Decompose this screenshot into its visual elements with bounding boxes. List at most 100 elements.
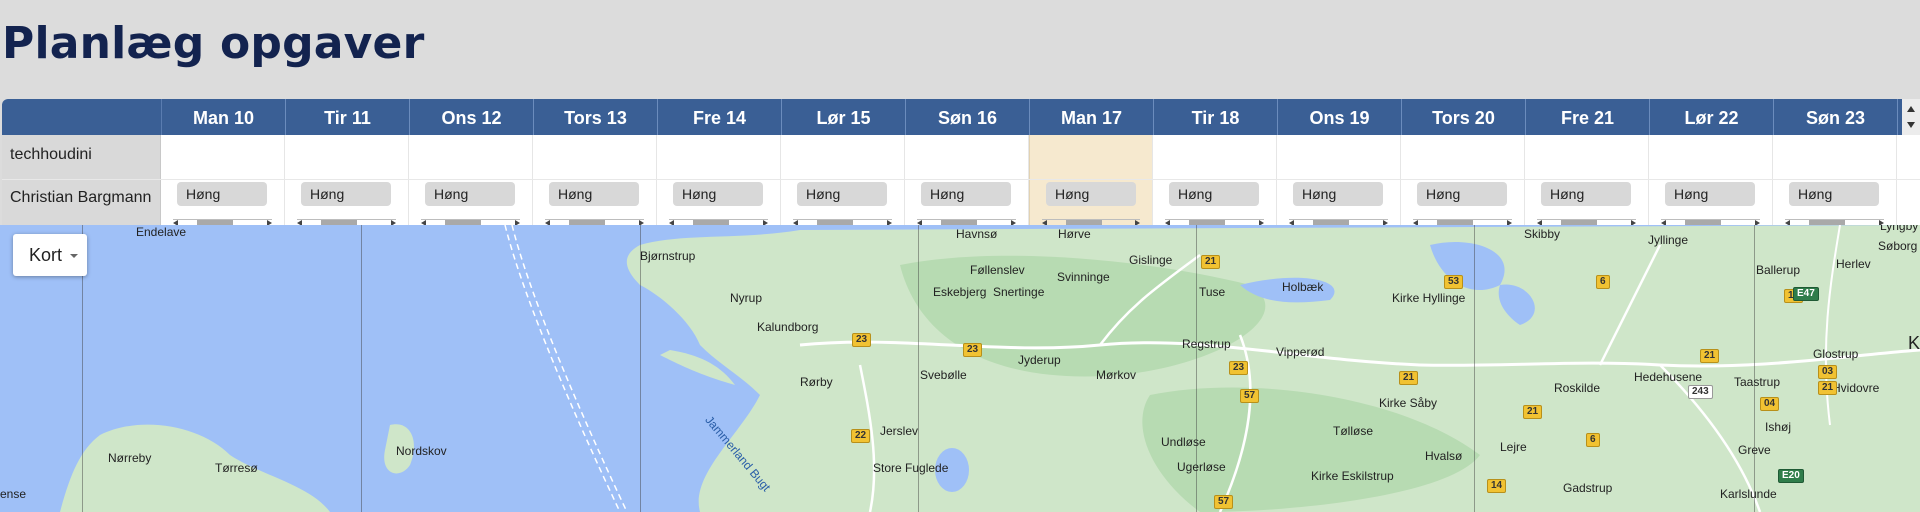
task-chip[interactable]: Høng <box>425 182 515 206</box>
map-label: Hvalsø <box>1425 449 1463 463</box>
day-cell[interactable]: Høng <box>905 180 1029 225</box>
day-header: Tir 18 <box>1154 99 1278 135</box>
map-view[interactable]: Kort Endelave Bjørnstrup Havnsø Hørve Sk… <box>0 225 1920 512</box>
road-shield: 22 <box>851 429 871 443</box>
road-shield: 21 <box>1700 349 1720 363</box>
map-label: Jyderup <box>1018 353 1061 367</box>
day-cell[interactable] <box>533 135 657 179</box>
map-label: Nordskov <box>396 444 447 458</box>
day-cell[interactable] <box>905 135 1029 179</box>
task-chip[interactable]: Høng <box>1169 182 1259 206</box>
map-label: Nørreby <box>108 451 152 465</box>
map-label: Nyrup <box>730 291 763 305</box>
map-label: Glostrup <box>1813 347 1859 361</box>
road-shield: 14 <box>1487 479 1507 493</box>
day-cell[interactable] <box>1773 135 1897 179</box>
map-label: Gadstrup <box>1563 481 1613 495</box>
resource-label: Christian Bargmann <box>2 180 161 225</box>
map-type-button[interactable]: Kort <box>13 234 87 276</box>
day-header: Tors 20 <box>1402 99 1526 135</box>
task-chip[interactable]: Høng <box>1417 182 1507 206</box>
day-header: Tir 11 <box>286 99 410 135</box>
map-label: Kirke Eskilstrup <box>1311 469 1394 483</box>
map-label: Snertinge <box>993 285 1045 299</box>
map-type-label: Kort <box>29 245 63 265</box>
map-label: Tørresø <box>215 461 258 475</box>
map-label: Regstrup <box>1182 337 1231 351</box>
road-shield: 23 <box>963 343 983 357</box>
day-header: Ons 19 <box>1278 99 1402 135</box>
map-label: Hedehusene <box>1634 370 1703 384</box>
task-chip[interactable]: Høng <box>1046 182 1136 206</box>
task-chip[interactable]: Høng <box>301 182 391 206</box>
day-cell[interactable]: Høng <box>1029 180 1153 225</box>
map-label: Jerslev <box>880 424 919 438</box>
road-shield: 53 <box>1444 275 1464 289</box>
road-shield: 23 <box>852 333 872 347</box>
scroll-down-icon[interactable] <box>1907 122 1915 128</box>
map-label: Svinninge <box>1057 270 1110 284</box>
task-chip[interactable]: Høng <box>673 182 763 206</box>
day-divider <box>640 225 641 512</box>
map-label: Ballerup <box>1756 263 1801 277</box>
map-label: Eskebjerg <box>933 285 987 299</box>
road-shield: E47 <box>1793 287 1819 301</box>
map-label: Søborg <box>1878 239 1918 253</box>
map-label: Herlev <box>1836 257 1871 271</box>
caret-down-icon <box>70 254 78 258</box>
day-cell[interactable]: Høng <box>781 180 905 225</box>
day-cell[interactable] <box>1649 135 1773 179</box>
day-cell[interactable] <box>1401 135 1525 179</box>
day-cell[interactable] <box>1277 135 1401 179</box>
day-cell[interactable] <box>657 135 781 179</box>
road-shield: 21 <box>1201 255 1221 269</box>
day-cell[interactable]: Høng <box>1525 180 1649 225</box>
day-cell[interactable]: Høng <box>1277 180 1401 225</box>
day-cell[interactable]: Høng <box>161 180 285 225</box>
map-label: Ugerløse <box>1177 460 1226 474</box>
task-chip[interactable]: Høng <box>549 182 639 206</box>
task-chip[interactable]: Høng <box>1293 182 1383 206</box>
map-label: Tuse <box>1199 285 1226 299</box>
day-cell[interactable]: Høng <box>533 180 657 225</box>
day-cell[interactable]: Høng <box>1401 180 1525 225</box>
day-cell[interactable] <box>409 135 533 179</box>
map-label: Kalundborg <box>757 320 819 334</box>
day-cell[interactable]: Høng <box>1773 180 1897 225</box>
task-chip[interactable]: Høng <box>177 182 267 206</box>
day-cell[interactable] <box>1029 135 1153 179</box>
day-cell[interactable] <box>285 135 409 179</box>
task-chip[interactable]: Høng <box>921 182 1011 206</box>
map-label: Karlslunde <box>1720 487 1777 501</box>
calendar-scrollbar[interactable] <box>1902 99 1920 135</box>
day-cell[interactable] <box>161 135 285 179</box>
day-header: Søn 16 <box>906 99 1030 135</box>
road-shield: E20 <box>1778 469 1804 483</box>
day-header: Man 10 <box>162 99 286 135</box>
day-cell[interactable] <box>1153 135 1277 179</box>
task-chip[interactable]: Høng <box>1541 182 1631 206</box>
day-header: Lør 22 <box>1650 99 1774 135</box>
day-cell[interactable]: Høng <box>285 180 409 225</box>
road-shield: 21 <box>1818 381 1838 395</box>
day-cell[interactable]: Høng <box>657 180 781 225</box>
road-shield: 03 <box>1818 365 1838 379</box>
map-label: Endelave <box>136 225 187 239</box>
road-shield: 23 <box>1229 361 1249 375</box>
day-cell[interactable]: Høng <box>1153 180 1277 225</box>
resource-label: techhoudini <box>2 135 161 179</box>
day-header: Fre 14 <box>658 99 782 135</box>
map-label: Hvidovre <box>1832 381 1880 395</box>
day-header: Fre 21 <box>1526 99 1650 135</box>
day-cell[interactable] <box>1525 135 1649 179</box>
map-label: Taastrup <box>1734 375 1781 389</box>
day-cell[interactable]: Høng <box>409 180 533 225</box>
scroll-up-icon[interactable] <box>1907 106 1915 112</box>
task-chip[interactable]: Høng <box>797 182 887 206</box>
day-cell[interactable]: Høng <box>1649 180 1773 225</box>
map-label: Gislinge <box>1129 253 1173 267</box>
map-label: Svebølle <box>920 368 967 382</box>
task-chip[interactable]: Høng <box>1665 182 1755 206</box>
task-chip[interactable]: Høng <box>1789 182 1879 206</box>
day-cell[interactable] <box>781 135 905 179</box>
